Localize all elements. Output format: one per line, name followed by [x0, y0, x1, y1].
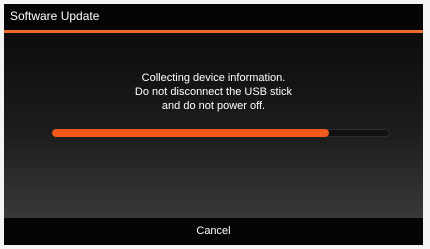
status-message-line: Do not disconnect the USB stick [134, 86, 293, 98]
bottom-action-bar: Cancel [4, 218, 423, 245]
status-message-line: and do not power off. [161, 100, 266, 112]
update-content: Collecting device information. Do not di… [4, 33, 423, 218]
title-bar: Software Update [4, 4, 423, 30]
status-message: Collecting device information. Do not di… [4, 71, 423, 113]
screen-title: Software Update [10, 9, 100, 23]
status-message-line: Collecting device information. [141, 72, 286, 84]
progress-fill [52, 129, 330, 137]
progress-bar [52, 129, 390, 137]
cancel-button[interactable]: Cancel [4, 218, 423, 245]
software-update-screen: Software Update Collecting device inform… [4, 4, 423, 245]
